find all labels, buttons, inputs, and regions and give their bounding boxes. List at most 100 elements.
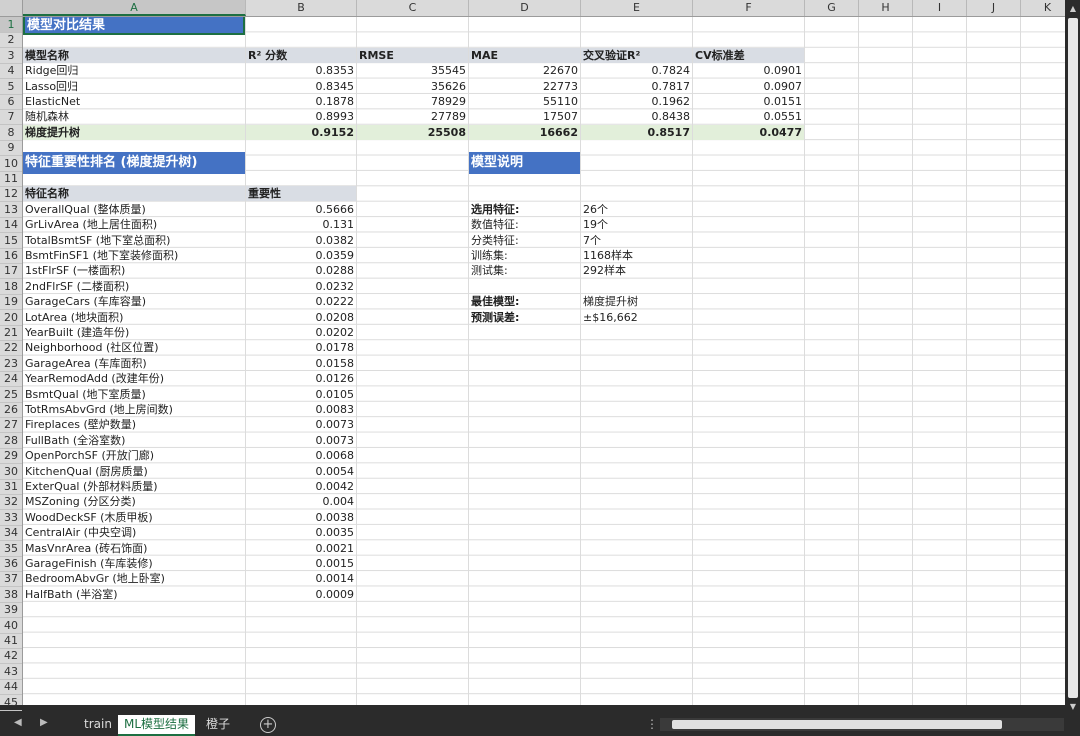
section-title-feature-importance[interactable]: 特征重要性排名 (梯度提升树) — [23, 151, 245, 174]
feature-name-cell[interactable]: GrLivArea (地上居住面积) — [23, 217, 245, 232]
feature-name-cell[interactable]: BsmtFinSF1 (地下室装修面积) — [23, 248, 245, 263]
row-header-23[interactable]: 23 — [0, 356, 22, 372]
table-header-cell[interactable]: MAE — [469, 47, 580, 63]
feature-importance-cell[interactable]: 0.0288 — [246, 263, 356, 278]
table-cell[interactable]: 22773 — [469, 79, 580, 94]
row-header-27[interactable]: 27 — [0, 417, 22, 434]
feature-importance-cell[interactable]: 0.0009 — [246, 587, 356, 602]
table-cell[interactable]: ElasticNet — [23, 94, 245, 109]
feature-name-cell[interactable]: TotalBsmtSF (地下室总面积) — [23, 233, 245, 248]
table-header-cell[interactable]: 重要性 — [246, 186, 356, 202]
sheet-tab[interactable]: train — [78, 715, 118, 734]
feature-importance-cell[interactable]: 0.0158 — [246, 356, 356, 371]
sheet-grid[interactable]: 模型对比结果 模型名称 R² 分数 RMSE MAE 交叉验证R² CV标准差 Ridge回归… — [23, 17, 1065, 705]
column-header-b[interactable]: B — [246, 0, 357, 16]
info-label-cell[interactable]: 训练集: — [469, 248, 580, 263]
feature-name-cell[interactable]: Fireplaces (壁炉数量) — [23, 417, 245, 432]
table-cell[interactable]: 0.8345 — [246, 79, 356, 94]
feature-name-cell[interactable]: Neighborhood (社区位置) — [23, 340, 245, 355]
feature-name-cell[interactable]: FullBath (全浴室数) — [23, 433, 245, 448]
row-header-28[interactable]: 28 — [0, 433, 22, 449]
row-header-40[interactable]: 40 — [0, 618, 22, 634]
horizontal-scroll-thumb[interactable] — [672, 720, 1002, 729]
row-header-15[interactable]: 15 — [0, 233, 22, 249]
row-header-42[interactable]: 42 — [0, 648, 22, 665]
info-value-cell[interactable]: 梯度提升树 — [581, 294, 692, 309]
row-header-24[interactable]: 24 — [0, 371, 22, 388]
next-sheet-icon[interactable]: ▶ — [40, 717, 48, 728]
feature-importance-cell[interactable]: 0.0073 — [246, 417, 356, 432]
column-header-i[interactable]: I — [913, 0, 967, 16]
feature-importance-cell[interactable]: 0.0038 — [246, 510, 356, 525]
more-options-icon[interactable]: ⋮ — [646, 717, 658, 731]
row-header-1[interactable]: 1 — [0, 17, 22, 33]
table-cell[interactable]: 0.1962 — [581, 94, 692, 109]
row-header-8[interactable]: 8 — [0, 125, 22, 141]
table-cell[interactable]: 0.8438 — [581, 109, 692, 124]
sheet-tab[interactable]: 橙子 — [200, 715, 236, 734]
row-header-41[interactable]: 41 — [0, 633, 22, 649]
row-header-31[interactable]: 31 — [0, 479, 22, 495]
table-cell[interactable]: 0.0151 — [693, 94, 804, 109]
feature-importance-cell[interactable]: 0.0208 — [246, 310, 356, 325]
feature-name-cell[interactable]: LotArea (地块面积) — [23, 310, 245, 325]
feature-importance-cell[interactable]: 0.0232 — [246, 279, 356, 294]
row-header-32[interactable]: 32 — [0, 494, 22, 511]
feature-importance-cell[interactable]: 0.0073 — [246, 433, 356, 448]
table-cell[interactable]: 35545 — [357, 63, 468, 78]
row-header-11[interactable]: 11 — [0, 171, 22, 187]
feature-name-cell[interactable]: OpenPorchSF (开放门廊) — [23, 448, 245, 463]
feature-name-cell[interactable]: OverallQual (整体质量) — [23, 202, 245, 217]
feature-importance-cell[interactable]: 0.0035 — [246, 525, 356, 540]
feature-importance-cell[interactable]: 0.0222 — [246, 294, 356, 309]
table-cell[interactable]: 35626 — [357, 79, 468, 94]
row-header-3[interactable]: 3 — [0, 48, 22, 64]
row-header-13[interactable]: 13 — [0, 202, 22, 218]
feature-name-cell[interactable]: BedroomAbvGr (地上卧室) — [23, 571, 245, 586]
row-header-25[interactable]: 25 — [0, 387, 22, 403]
feature-importance-cell[interactable]: 0.0021 — [246, 541, 356, 556]
row-header-33[interactable]: 33 — [0, 510, 22, 526]
best-model-cell[interactable]: 25508 — [357, 124, 468, 140]
feature-importance-cell[interactable]: 0.0178 — [246, 340, 356, 355]
feature-importance-cell[interactable]: 0.5666 — [246, 202, 356, 217]
table-cell[interactable]: 0.0907 — [693, 79, 804, 94]
table-cell[interactable]: 0.8353 — [246, 63, 356, 78]
best-model-cell[interactable]: 梯度提升树 — [23, 124, 245, 140]
column-header-a[interactable]: A — [23, 0, 246, 16]
feature-name-cell[interactable]: TotRmsAbvGrd (地上房间数) — [23, 402, 245, 417]
best-model-cell[interactable]: 0.0477 — [693, 124, 804, 140]
feature-name-cell[interactable]: ExterQual (外部材料质量) — [23, 479, 245, 494]
info-value-cell[interactable]: ±$16,662 — [581, 310, 692, 325]
column-header-j[interactable]: J — [967, 0, 1021, 16]
feature-name-cell[interactable]: MasVnrArea (砖石饰面) — [23, 541, 245, 556]
row-header-2[interactable]: 2 — [0, 32, 22, 49]
row-header-20[interactable]: 20 — [0, 310, 22, 326]
row-header-43[interactable]: 43 — [0, 664, 22, 680]
row-header-9[interactable]: 9 — [0, 140, 22, 157]
column-header-e[interactable]: E — [581, 0, 693, 16]
column-header-h[interactable]: H — [859, 0, 913, 16]
row-header-10[interactable]: 10 — [0, 156, 22, 172]
info-label-cell[interactable]: 测试集: — [469, 263, 580, 278]
select-all-corner[interactable] — [0, 0, 23, 16]
sheet-tab[interactable]: ML模型结果 — [118, 715, 196, 736]
row-header-37[interactable]: 37 — [0, 571, 22, 588]
info-value-cell[interactable]: 7个 — [581, 233, 692, 248]
feature-name-cell[interactable]: GarageCars (车库容量) — [23, 294, 245, 309]
feature-name-cell[interactable]: 2ndFlrSF (二楼面积) — [23, 279, 245, 294]
row-header-4[interactable]: 4 — [0, 63, 22, 80]
feature-name-cell[interactable]: HalfBath (半浴室) — [23, 587, 245, 602]
section-title-model-info[interactable]: 模型说明 — [469, 151, 580, 174]
info-label-cell[interactable]: 数值特征: — [469, 217, 580, 232]
feature-name-cell[interactable]: CentralAir (中央空调) — [23, 525, 245, 540]
row-header-34[interactable]: 34 — [0, 525, 22, 542]
vertical-scroll-thumb[interactable] — [1068, 18, 1078, 698]
feature-name-cell[interactable]: KitchenQual (厨房质量) — [23, 464, 245, 479]
feature-importance-cell[interactable]: 0.0054 — [246, 464, 356, 479]
row-header-18[interactable]: 18 — [0, 279, 22, 295]
table-header-cell[interactable]: CV标准差 — [693, 47, 804, 63]
feature-importance-cell[interactable]: 0.0068 — [246, 448, 356, 463]
table-header-cell[interactable]: 模型名称 — [23, 47, 245, 63]
table-cell[interactable]: 0.0901 — [693, 63, 804, 78]
